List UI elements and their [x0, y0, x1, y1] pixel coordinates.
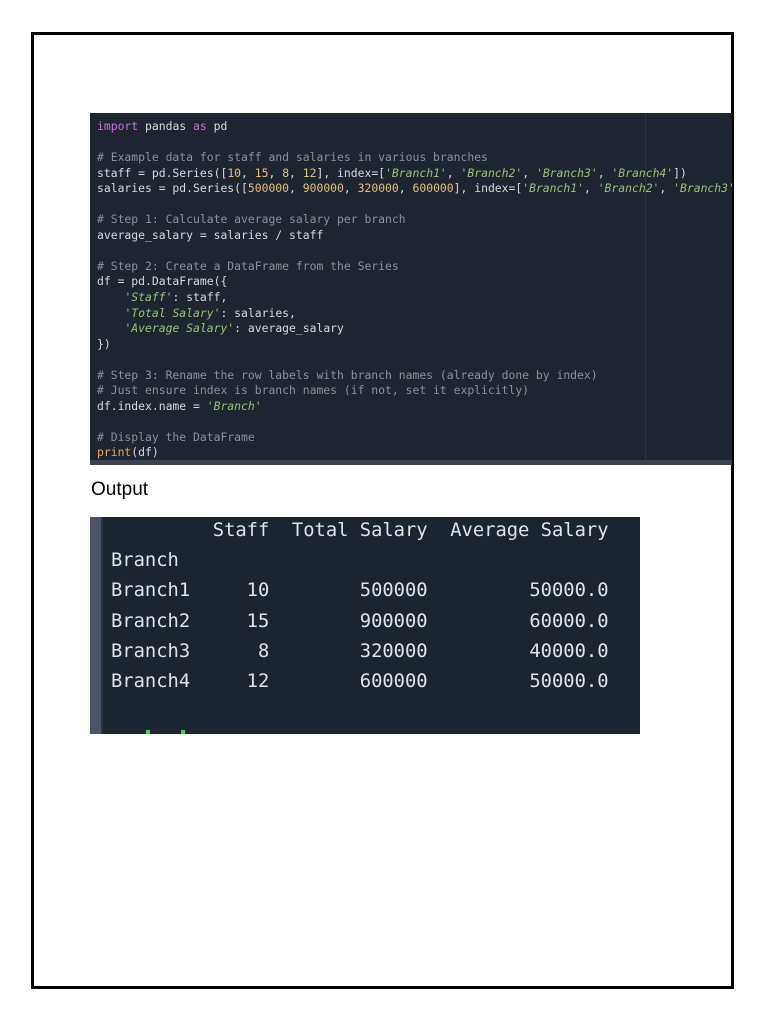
code-token-num: 10 — [227, 165, 242, 180]
code-token-com: # Example data for staff and salaries in… — [97, 150, 488, 165]
code-token-t: pandas — [138, 119, 194, 133]
code-token-t: , — [583, 181, 598, 196]
code-token-str: 'Branch2' — [597, 181, 660, 196]
code-token-t: , — [289, 181, 303, 196]
code-token-str: 'Branch1' — [522, 181, 584, 196]
output-index-name: Branch — [111, 550, 179, 572]
prompt-marker — [181, 730, 185, 734]
code-token-t: : staff, — [172, 290, 228, 305]
code-token-com: # Step 3: Rename the row labels with bra… — [97, 367, 598, 382]
code-line: # Step 2: Create a DataFrame from the Se… — [90, 259, 732, 275]
code-token-num: 900000 — [302, 181, 344, 196]
code-line: average_salary = salaries / staff — [90, 228, 732, 244]
code-token-t — [97, 321, 124, 335]
code-lines: import pandas as pd # Example data for s… — [90, 119, 732, 461]
code-token-t: ]) — [673, 165, 687, 180]
output-header-row: Staff Total Salary Average Salary — [111, 520, 609, 541]
code-token-str: 'Branch2' — [460, 165, 523, 180]
code-line: salaries = pd.Series([500000, 900000, 32… — [90, 181, 732, 197]
code-token-str: 'Average Salary' — [124, 321, 235, 336]
code-token-t: ], index=[ — [316, 165, 386, 180]
code-token-t: }) — [97, 336, 111, 351]
code-token-t: df.index.name = — [97, 398, 207, 413]
code-token-t: , — [241, 165, 255, 180]
code-token-kw: import — [97, 119, 139, 133]
code-token-com: # Just ensure index is branch names (if … — [97, 383, 530, 398]
code-token-t: ], index=[ — [453, 181, 523, 196]
code-token-num: 15 — [254, 165, 269, 180]
code-token-t: , — [343, 181, 358, 196]
code-line: df.index.name = 'Branch' — [90, 399, 732, 415]
code-line: # Step 1: Calculate average salary per b… — [90, 212, 732, 228]
code-line: staff = pd.Series([10, 15, 8, 12], index… — [90, 166, 732, 182]
code-token-kw: as — [193, 119, 207, 133]
code-token-str: 'Branch' — [206, 398, 262, 413]
horizontal-scrollbar — [90, 460, 732, 465]
code-line: }) — [90, 337, 732, 353]
output-row: Branch3 8 320000 40000.0 — [111, 640, 609, 662]
code-line: 'Total Salary': salaries, — [90, 306, 732, 322]
code-token-t: , — [659, 181, 674, 196]
code-token-t — [97, 290, 124, 304]
output-row: Branch1 10 500000 50000.0 — [111, 580, 609, 602]
code-token-t: (df) — [131, 445, 159, 460]
code-token-t: , — [446, 165, 461, 180]
code-token-t: : salaries, — [220, 305, 296, 320]
code-token-str: 'Branch1' — [385, 165, 447, 180]
code-line: # Just ensure index is branch names (if … — [90, 383, 732, 399]
code-token-t: , — [522, 165, 536, 180]
code-token-t: : average_salary — [234, 321, 344, 336]
prompt-marker — [146, 730, 150, 734]
code-token-t: , — [289, 165, 303, 180]
indent-guide — [645, 113, 646, 465]
code-token-t: , — [268, 165, 283, 180]
code-token-str: 'Branch3' — [673, 181, 732, 196]
output-screenshot: Staff Total Salary Average Salary Branch B… — [90, 517, 640, 734]
code-token-t: pd — [206, 119, 228, 133]
code-token-str: 'Total Salary' — [124, 305, 221, 320]
code-token-t: staff = pd.Series([ — [97, 165, 228, 180]
code-line: df = pd.DataFrame({ — [90, 274, 732, 290]
code-token-num: 500000 — [247, 181, 290, 196]
code-token-t — [97, 306, 124, 320]
code-token-com: # Step 2: Create a DataFrame from the Se… — [97, 258, 399, 273]
code-token-str: 'Staff' — [124, 290, 173, 305]
code-token-num: 600000 — [412, 181, 454, 196]
output-row: Branch4 12 600000 50000.0 — [111, 671, 609, 692]
output-row: Branch2 15 900000 60000.0 — [111, 610, 609, 632]
code-token-t: , — [398, 181, 413, 196]
code-token-t: average_salary = salaries / staff — [97, 227, 324, 242]
code-line: import pandas as pd — [90, 119, 732, 135]
code-token-t: df = pd.DataFrame({ — [97, 274, 228, 289]
code-token-com: # Step 1: Calculate average salary per b… — [97, 212, 406, 227]
code-token-fn: print — [97, 445, 132, 460]
code-line: # Display the DataFrame — [90, 430, 732, 446]
code-token-num: 320000 — [357, 181, 399, 196]
code-token-com: # Display the DataFrame — [97, 429, 255, 444]
code-screenshot: import pandas as pd # Example data for s… — [90, 113, 732, 465]
code-line: print(df) — [90, 445, 732, 461]
code-token-t: , — [597, 165, 612, 180]
code-line: 'Average Salary': average_salary — [90, 321, 732, 337]
code-token-num: 12 — [302, 165, 317, 180]
code-line: # Step 3: Rename the row labels with bra… — [90, 368, 732, 384]
output-label: Output — [91, 479, 149, 500]
code-line: 'Staff': staff, — [90, 290, 732, 306]
code-line: # Example data for staff and salaries in… — [90, 150, 732, 166]
code-token-str: 'Branch3' — [535, 165, 598, 180]
terminal-gutter — [90, 517, 103, 734]
code-token-t: salaries = pd.Series([ — [97, 181, 248, 196]
code-token-str: 'Branch4' — [611, 165, 674, 180]
